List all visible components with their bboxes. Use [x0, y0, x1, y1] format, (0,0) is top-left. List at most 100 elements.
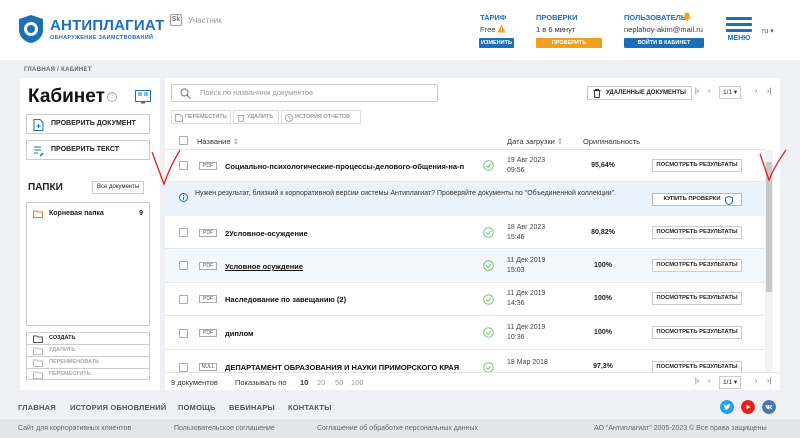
- document-name[interactable]: 2Условное-осуждение: [225, 229, 465, 238]
- move-label: ПЕРЕМЕСТИТЬ: [185, 114, 227, 120]
- logo-shield-icon[interactable]: [18, 14, 44, 44]
- nav-updates-history[interactable]: ИСТОРИЯ ОБНОВЛЕНИЙ: [70, 403, 166, 412]
- table-row[interactable]: PDF Социально-психологические-процессы-д…: [165, 150, 765, 182]
- check-text-button[interactable]: ПРОВЕРИТЬ ТЕКСТ: [26, 140, 150, 160]
- originality-value: 100%: [594, 262, 612, 269]
- select-all-checkbox[interactable]: [179, 136, 188, 145]
- folder-item-root[interactable]: Корневая папка 9: [27, 207, 149, 221]
- create-folder-button[interactable]: СОЗДАТЬ: [26, 332, 150, 344]
- page-title: Кабинет: [28, 86, 105, 107]
- row-checkbox[interactable]: [179, 261, 188, 270]
- view-results-button[interactable]: ПОСМОТРЕТЬ РЕЗУЛЬТАТЫ: [652, 259, 742, 272]
- nav-help[interactable]: ПОМОЩЬ: [178, 403, 216, 412]
- check-text-label: ПРОВЕРИТЬ ТЕКСТ: [51, 146, 120, 153]
- privacy-agreement-link[interactable]: Соглашение об обработке персональных дан…: [317, 425, 478, 432]
- bell-icon[interactable]: [683, 12, 691, 21]
- corporate-site-link[interactable]: Сайт для корпоративных клиентов: [18, 425, 131, 432]
- originality-value: 95,64%: [591, 162, 615, 169]
- next-page-icon[interactable]: ›: [755, 378, 757, 385]
- next-page-icon[interactable]: ›: [755, 88, 757, 95]
- move-folder-button[interactable]: ПЕРЕМЕСТИТЬ: [26, 368, 150, 380]
- collection-notice: Нужен результат, близкий к корпоративной…: [165, 182, 765, 216]
- sort-icon: ⇕: [556, 137, 564, 146]
- date-value: 11 Дек 2019: [507, 257, 546, 264]
- document-name[interactable]: Наследование по завещанию (2): [225, 295, 465, 304]
- twitter-icon[interactable]: [720, 400, 734, 414]
- sort-icon: ⇕: [232, 137, 239, 146]
- trash-icon: [593, 89, 601, 98]
- delete-folder-button[interactable]: УДАЛИТЬ: [26, 344, 150, 356]
- document-name[interactable]: Условное осуждение: [225, 262, 465, 271]
- user-agreement-link[interactable]: Пользовательское соглашение: [174, 425, 275, 432]
- change-tariff-button[interactable]: ИЗМЕНИТЬ: [479, 38, 514, 48]
- document-name[interactable]: Социально-психологические-процессы-делов…: [225, 162, 465, 171]
- tariff-value: Free: [480, 25, 496, 34]
- first-page-icon[interactable]: |‹: [695, 378, 699, 385]
- view-results-button[interactable]: ПОСМОТРЕТЬ РЕЗУЛЬТАТЫ: [652, 292, 742, 305]
- last-page-icon[interactable]: ›|: [767, 88, 771, 95]
- book-icon[interactable]: [135, 90, 151, 104]
- folders-heading: ПАПКИ: [28, 182, 63, 193]
- check-ok-icon: [483, 260, 494, 271]
- nav-webinars[interactable]: ВЕБИНАРЫ: [229, 403, 275, 412]
- time-value: 14:36: [507, 300, 525, 307]
- enter-cabinet-button[interactable]: ВОЙТИ В КАБИНЕТ: [624, 38, 704, 48]
- prev-page-icon[interactable]: ‹: [708, 378, 710, 385]
- prev-page-icon[interactable]: ‹: [708, 88, 710, 95]
- menu-hamburger-icon[interactable]: [726, 17, 752, 33]
- page-select[interactable]: 1/1 ▾: [719, 86, 742, 99]
- youtube-icon[interactable]: [741, 400, 755, 414]
- all-documents-button[interactable]: Все документы: [92, 181, 145, 194]
- vk-icon[interactable]: [762, 400, 776, 414]
- row-checkbox[interactable]: [179, 363, 188, 372]
- table-row[interactable]: PDF Наследование по завещанию (2) 11 Дек…: [165, 283, 765, 316]
- view-results-button[interactable]: ПОСМОТРЕТЬ РЕЗУЛЬТАТЫ: [652, 226, 742, 239]
- move-documents-button[interactable]: ПЕРЕМЕСТИТЬ: [171, 110, 231, 124]
- file-type-badge: PDF: [199, 162, 217, 170]
- column-date-label: Дата загрузки: [507, 137, 555, 146]
- page-select[interactable]: 1/1 ▾: [719, 376, 742, 389]
- nav-contacts[interactable]: КОНТАКТЫ: [288, 403, 332, 412]
- column-date[interactable]: Дата загрузки ⇕: [507, 137, 563, 146]
- row-checkbox[interactable]: [179, 228, 188, 237]
- page-size-option[interactable]: 10: [300, 378, 308, 387]
- deleted-documents-button[interactable]: УДАЛЕННЫЕ ДОКУМЕНТЫ: [587, 86, 692, 100]
- buy-checks-button[interactable]: КУПИТЬ ПРОВЕРКИ: [652, 193, 742, 206]
- view-results-button[interactable]: ПОСМОТРЕТЬ РЕЗУЛЬТАТЫ: [652, 361, 742, 372]
- folder-name: Корневая папка: [49, 210, 104, 217]
- page-size-option[interactable]: 100: [351, 378, 364, 387]
- table-row[interactable]: PDF Условное осуждение 11 Дек 2019 15:03 …: [165, 249, 765, 283]
- breadcrumb[interactable]: ГЛАВНАЯ / КАБИНЕТ: [24, 67, 92, 73]
- time-value: 09:56: [507, 167, 525, 174]
- page-value: 1/1: [723, 89, 733, 96]
- row-checkbox[interactable]: [179, 329, 188, 338]
- delete-documents-button[interactable]: УДАЛИТЬ: [233, 110, 279, 124]
- table-row[interactable]: NULL ДЕПАРТАМЕНТ ОБРАЗОВАНИЯ И НАУКИ ПРИ…: [165, 350, 765, 372]
- language-select[interactable]: ru ▾: [762, 27, 774, 35]
- search-input[interactable]: Поиск по названиям документов: [171, 84, 438, 102]
- date-value: 11 Дек 2019: [507, 290, 546, 297]
- row-checkbox[interactable]: [179, 295, 188, 304]
- table-row[interactable]: PDF диплом 11 Дек 2019 10:36 100% ПОСМОТР…: [165, 316, 765, 350]
- logo-title[interactable]: АНТИПЛАГИАТ: [50, 17, 164, 34]
- column-name[interactable]: Название ⇕: [197, 137, 239, 146]
- help-icon[interactable]: ?: [107, 92, 117, 102]
- document-name[interactable]: ДЕПАРТАМЕНТ ОБРАЗОВАНИЯ И НАУКИ ПРИМОРСК…: [225, 363, 467, 372]
- menu-label[interactable]: МЕНЮ: [726, 35, 752, 42]
- first-page-icon[interactable]: |‹: [695, 88, 699, 95]
- check-document-label: ПРОВЕРИТЬ ДОКУМЕНТ: [51, 120, 136, 127]
- last-page-icon[interactable]: ›|: [767, 378, 771, 385]
- upload-date: 11 Дек 2019 15:03: [507, 256, 545, 276]
- reports-history-button[interactable]: ИСТОРИЯ ОТЧЕТОВ: [281, 110, 361, 124]
- rename-folder-button[interactable]: ПЕРЕИМЕНОВАТЬ: [26, 356, 150, 368]
- document-name[interactable]: диплом: [225, 329, 465, 338]
- view-results-button[interactable]: ПОСМОТРЕТЬ РЕЗУЛЬТАТЫ: [652, 159, 742, 172]
- check-document-header-button[interactable]: ПРОВЕРИТЬ ДОКУМЕНТ: [536, 38, 602, 56]
- table-row[interactable]: PDF 2Условное-осуждение 18 Авг 2023 15:46…: [165, 216, 765, 249]
- view-results-button[interactable]: ПОСМОТРЕТЬ РЕЗУЛЬТАТЫ: [652, 326, 742, 339]
- check-document-button[interactable]: ПРОВЕРИТЬ ДОКУМЕНТ: [26, 114, 150, 134]
- nav-home[interactable]: ГЛАВНАЯ: [18, 403, 56, 412]
- page-size-option[interactable]: 50: [335, 378, 343, 387]
- document-add-icon: [33, 119, 44, 131]
- page-size-option[interactable]: 20: [317, 378, 325, 387]
